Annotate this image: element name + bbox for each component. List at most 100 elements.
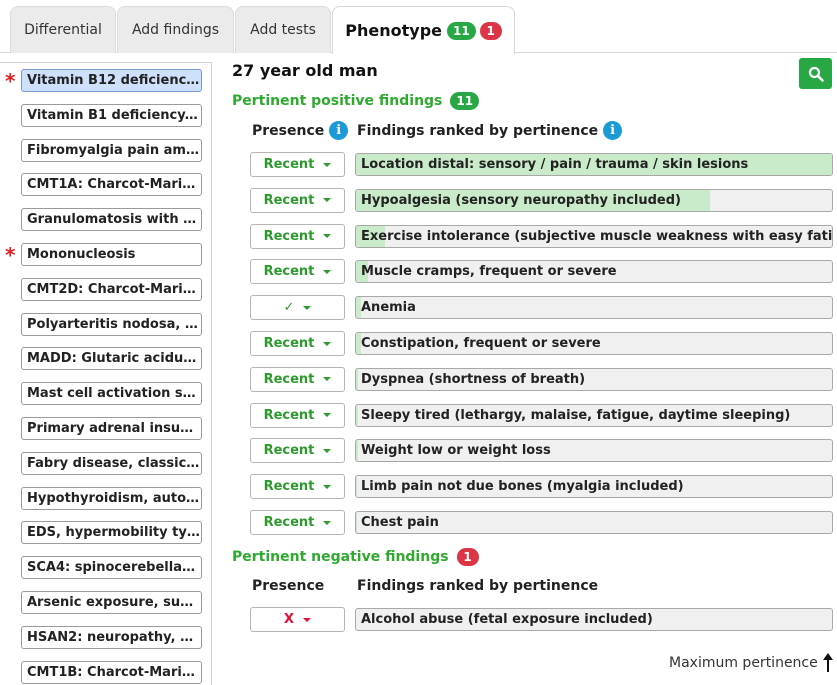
presence-value: Recent bbox=[263, 336, 315, 351]
sidebar-diagnosis-item[interactable]: Polyarteritis nodosa, cl... bbox=[21, 312, 202, 336]
presence-dropdown[interactable]: Recent bbox=[250, 259, 345, 285]
negative-findings-count-badge: 1 bbox=[456, 548, 479, 566]
presence-dropdown[interactable]: Recent bbox=[250, 438, 345, 464]
sidebar-diagnosis-item[interactable]: CMT1B: Charcot-Marie-... bbox=[21, 660, 202, 684]
info-icon[interactable]: i bbox=[603, 121, 623, 140]
sidebar-diagnosis-item[interactable]: Granulomatosis with po... bbox=[21, 208, 202, 232]
tab-add-findings[interactable]: Add findings bbox=[117, 6, 234, 53]
caret-down-icon bbox=[323, 520, 332, 525]
negative-findings-title: Pertinent negative findings 1 bbox=[232, 548, 479, 566]
tab-phenotype[interactable]: Phenotype 11 1 bbox=[332, 6, 515, 54]
findings-header-text: Findings ranked by pertinence bbox=[357, 578, 599, 594]
presence-dropdown[interactable]: ✓ bbox=[250, 295, 345, 321]
patient-title: 27 year old man bbox=[232, 61, 378, 80]
finding-row[interactable]: Alcohol abuse (fetal exposure included) bbox=[355, 608, 833, 631]
presence-header: Presence i bbox=[252, 121, 349, 140]
presence-dropdown[interactable]: Recent bbox=[250, 402, 345, 428]
starred-icon: * bbox=[5, 69, 16, 93]
finding-row[interactable]: Muscle cramps, frequent or severe bbox=[355, 260, 833, 284]
presence-value: Recent bbox=[263, 407, 315, 423]
finding-label: Hypoalgesia (sensory neuropathy included… bbox=[361, 192, 681, 208]
caret-down-icon bbox=[323, 269, 332, 274]
info-icon[interactable]: i bbox=[329, 121, 349, 140]
findings-header-text: Findings ranked by pertinence bbox=[357, 122, 599, 139]
finding-row[interactable]: Constipation, frequent or severe bbox=[355, 332, 833, 355]
sidebar-diagnosis-item[interactable]: EDS, hypermobility typ... bbox=[21, 521, 202, 545]
caret-down-icon bbox=[303, 305, 312, 310]
presence-value: Recent bbox=[263, 515, 315, 530]
sidebar-diagnosis-item[interactable]: Mononucleosis bbox=[21, 243, 202, 266]
finding-row[interactable]: Limb pain not due bones (myalgia include… bbox=[355, 475, 833, 499]
caret-down-icon bbox=[303, 617, 312, 622]
finding-label: Chest pain bbox=[361, 515, 439, 530]
finding-label: Limb pain not due bones (myalgia include… bbox=[361, 479, 684, 495]
sidebar-diagnosis-item[interactable]: Arsenic exposure, suba... bbox=[21, 591, 202, 614]
finding-row[interactable]: Exercise intolerance (subjective muscle … bbox=[355, 224, 833, 248]
presence-header-negative: Presence bbox=[252, 578, 324, 594]
finding-label: Weight low or weight loss bbox=[361, 443, 551, 459]
finding-row[interactable]: Location distal: sensory / pain / trauma… bbox=[355, 153, 833, 176]
presence-dropdown[interactable]: Recent bbox=[250, 152, 345, 177]
sidebar-diagnosis-item[interactable]: Fibromyalgia pain ampl... bbox=[21, 138, 202, 162]
presence-value: Recent bbox=[263, 264, 315, 280]
differential-sidebar: * Vitamin B12 deficiency ... Vitamin B1 de… bbox=[0, 62, 212, 685]
finding-row[interactable]: Sleepy tired (lethargy, malaise, fatigue… bbox=[355, 403, 833, 427]
presence-dropdown[interactable]: Recent bbox=[250, 474, 345, 500]
pertinence-bar bbox=[356, 476, 358, 498]
finding-label: Location distal: sensory / pain / trauma… bbox=[361, 157, 749, 172]
positive-findings-title: Pertinent positive findings 11 bbox=[232, 92, 480, 110]
caret-down-icon bbox=[323, 198, 332, 203]
tab-label: Differential bbox=[24, 22, 102, 38]
sidebar-diagnosis-item[interactable]: Fabry disease, classic m... bbox=[21, 451, 202, 475]
caret-down-icon bbox=[323, 448, 332, 453]
presence-dropdown[interactable]: X bbox=[250, 607, 345, 632]
sidebar-diagnosis-item[interactable]: HSAN2: neuropathy, he... bbox=[21, 625, 202, 649]
presence-value: Recent bbox=[263, 371, 315, 387]
finding-label: Dyspnea (shortness of breath) bbox=[361, 371, 586, 387]
finding-row[interactable]: Weight low or weight loss bbox=[355, 439, 833, 463]
sidebar-diagnosis-item[interactable]: CMT1A: Charcot-Marie-... bbox=[21, 173, 202, 197]
presence-dropdown[interactable]: Recent bbox=[250, 187, 345, 213]
negative-count-badge: 1 bbox=[479, 21, 502, 40]
sidebar-diagnosis-item[interactable]: MADD: Glutaric aciduri... bbox=[21, 347, 202, 371]
tab-differential[interactable]: Differential bbox=[10, 6, 116, 53]
presence-header-text: Presence bbox=[252, 122, 325, 139]
sidebar-diagnosis-item[interactable]: Mast cell activation syn... bbox=[21, 382, 202, 406]
finding-row[interactable]: Hypoalgesia (sensory neuropathy included… bbox=[355, 188, 833, 212]
tab-bar: Differential Add findings Add tests Phen… bbox=[0, 0, 837, 54]
maximum-pertinence-label: Maximum pertinence bbox=[669, 653, 835, 673]
sidebar-diagnosis-item[interactable]: Primary adrenal insuffi... bbox=[21, 417, 202, 440]
sidebar-diagnosis-item[interactable]: CMT2D: Charcot-Marie-... bbox=[21, 277, 202, 301]
tab-label: Add tests bbox=[250, 22, 316, 38]
finding-row[interactable]: Anemia bbox=[355, 296, 833, 320]
finding-row[interactable]: Dyspnea (shortness of breath) bbox=[355, 367, 833, 391]
sidebar-diagnosis-item[interactable]: Vitamin B12 deficiency ... bbox=[21, 69, 202, 92]
caret-down-icon bbox=[323, 413, 332, 418]
finding-label: Muscle cramps, frequent or severe bbox=[361, 264, 617, 280]
section-title-text: Pertinent negative findings bbox=[232, 549, 449, 565]
presence-dropdown[interactable]: Recent bbox=[250, 331, 345, 356]
presence-value: Recent bbox=[263, 479, 315, 495]
presence-dropdown[interactable]: Recent bbox=[250, 223, 345, 249]
findings-header-negative: Findings ranked by pertinence bbox=[357, 578, 598, 594]
presence-value: Recent bbox=[263, 228, 315, 244]
presence-dropdown[interactable]: Recent bbox=[250, 510, 345, 535]
search-icon bbox=[808, 66, 824, 82]
finding-row[interactable]: Chest pain bbox=[355, 511, 833, 534]
sidebar-diagnosis-item[interactable]: SCA4: spinocerebellar a... bbox=[21, 556, 202, 580]
sidebar-diagnosis-item[interactable]: Hypothyroidism, auto-i... bbox=[21, 486, 202, 510]
search-button[interactable] bbox=[799, 58, 832, 89]
presence-value: X bbox=[283, 612, 295, 627]
presence-dropdown[interactable]: Recent bbox=[250, 366, 345, 392]
presence-value: Recent bbox=[263, 443, 315, 459]
maximum-pertinence-text: Maximum pertinence bbox=[669, 655, 818, 671]
tab-add-tests[interactable]: Add tests bbox=[235, 6, 331, 53]
arrow-up-icon bbox=[822, 653, 833, 672]
presence-header-text: Presence bbox=[252, 578, 325, 594]
presence-value: ✓ bbox=[283, 300, 295, 316]
positive-count-badge: 11 bbox=[447, 21, 476, 40]
finding-label: Alcohol abuse (fetal exposure included) bbox=[361, 612, 653, 627]
tab-label: Phenotype bbox=[345, 21, 443, 40]
section-title-text: Pertinent positive findings bbox=[232, 93, 443, 109]
sidebar-diagnosis-item[interactable]: Vitamin B1 deficiency, ... bbox=[21, 103, 202, 127]
